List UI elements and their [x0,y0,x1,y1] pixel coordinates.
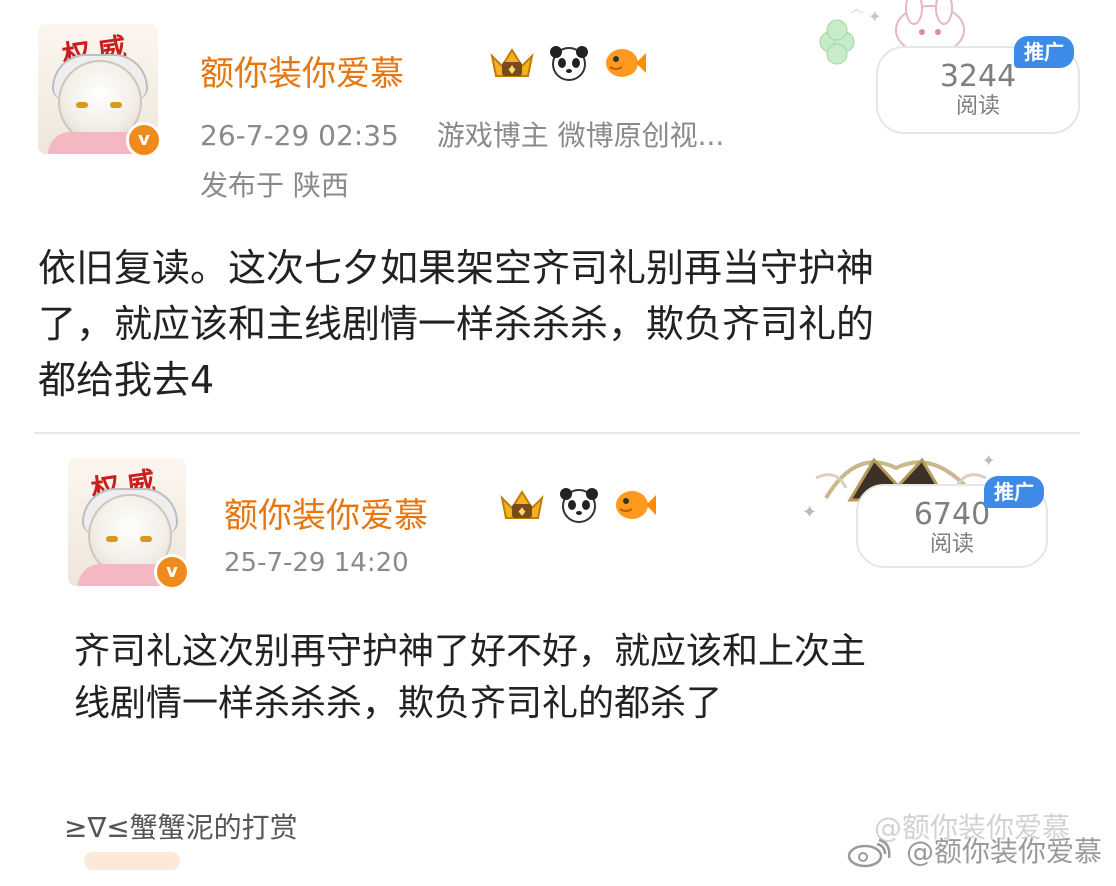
post-timestamp: 26-7-29 02:35 游戏博主 微博原创视... [200,119,725,152]
svg-text:✦: ✦ [868,7,881,26]
repost-read-label: 阅读 [929,532,974,557]
main-post-text: 依旧复读。这次七夕如果架空齐司礼别再当守护神 了，就应该和主线剧情一样杀杀杀，欺… [38,246,875,402]
repost-promo-tag[interactable]: 推广 [984,476,1044,508]
user-badges: ♦ [488,44,646,82]
repost-text: 齐司礼这次别再守护神了好不好，就应该和上次主 线剧情一样杀杀杀，欺负齐司礼的都杀… [74,631,867,724]
svg-text:♦: ♦ [507,63,518,77]
main-post-header: ✦ ෴ 权威 v 额你装你爱慕 ♦ 26-7-29 02:35 游戏博主 微博原… [0,0,1116,230]
crown-badge-icon[interactable]: ♦ [488,44,536,82]
repost-verified-badge-icon: v [154,554,190,590]
repost-timestamp: 25-7-29 14:20 [224,548,409,578]
svg-text:✦: ✦ [982,451,995,470]
repost-user-badges: ♦ [498,486,656,524]
post-location: 发布于 陕西 [200,169,349,202]
repost-username[interactable]: 额你装你爱慕 [224,488,428,537]
divider [34,432,1080,434]
svg-text:♦: ♦ [517,505,528,519]
username[interactable]: 额你装你爱慕 [200,46,404,95]
reward-underline [84,852,180,870]
read-label: 阅读 [955,94,1000,119]
reward-text[interactable]: ≥∇≤蟹蟹泥的打赏 [64,806,298,846]
watermark: @额你装你爱慕 [847,830,1102,870]
weibo-logo-icon [847,838,891,868]
pufferfish-icon[interactable] [612,487,656,523]
post-category: 游戏博主 微博原创视... [436,119,725,152]
panda-icon[interactable] [548,44,590,82]
verified-badge-icon: v [126,122,162,158]
svg-text:෴: ෴ [850,2,863,18]
svg-text:✦: ✦ [802,502,817,523]
crown-badge-icon[interactable]: ♦ [498,486,546,524]
panda-icon[interactable] [558,486,600,524]
pufferfish-icon[interactable] [602,45,646,81]
promo-tag[interactable]: 推广 [1014,36,1074,68]
